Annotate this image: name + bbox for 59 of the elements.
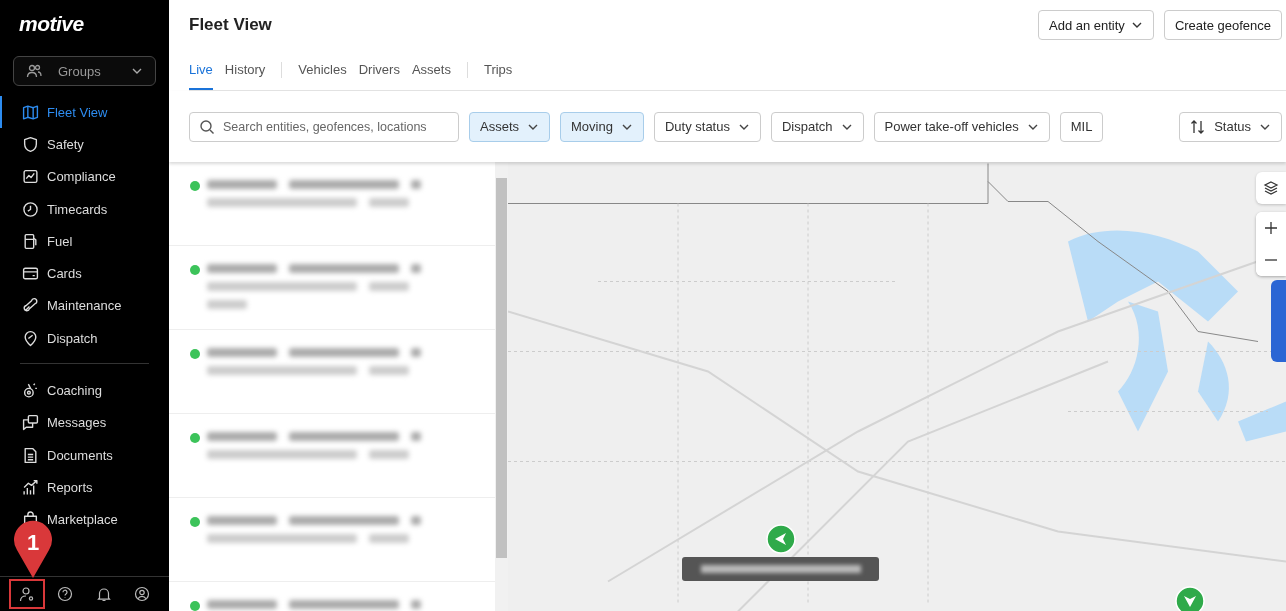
create-geofence-button[interactable]: Create geofence	[1163, 10, 1282, 40]
clock-icon	[22, 200, 39, 218]
nav-item[interactable]: Safety	[0, 128, 169, 161]
filter-dropdown[interactable]: Assets	[469, 111, 550, 142]
bar-chart-icon	[22, 478, 39, 496]
search-icon	[199, 118, 215, 135]
document-icon	[22, 446, 39, 464]
help-icon	[57, 586, 74, 602]
user-gear-icon	[19, 586, 36, 602]
tab[interactable]: Trips	[483, 50, 513, 90]
nav-item[interactable]: Maintenance	[0, 289, 169, 323]
user-settings-button[interactable]	[9, 579, 46, 609]
sort-dropdown[interactable]: Status	[1179, 111, 1282, 142]
card-icon	[22, 265, 39, 283]
tab[interactable]: Assets	[411, 50, 451, 90]
pin-icon	[22, 329, 39, 347]
account-icon	[133, 586, 150, 602]
shield-icon	[22, 135, 39, 153]
groups-dropdown[interactable]: Groups	[13, 56, 156, 86]
fuel-pump-icon	[22, 232, 39, 250]
chart-icon	[22, 168, 39, 186]
layers-icon	[1263, 180, 1279, 196]
sort-icon	[1190, 119, 1207, 134]
vehicle-marker[interactable]	[766, 524, 796, 554]
tab[interactable]: Drivers	[358, 50, 400, 90]
nav-item[interactable]: Compliance	[0, 160, 169, 193]
page-title: Fleet View	[189, 15, 273, 35]
nav-item[interactable]: Timecards	[0, 192, 169, 226]
whistle-icon	[22, 382, 39, 399]
nav-item[interactable]: Reports	[0, 471, 169, 504]
zoom-in-button[interactable]	[1256, 212, 1286, 244]
filter-dropdown[interactable]: Moving	[560, 111, 644, 142]
vehicle-marker[interactable]	[1175, 586, 1205, 611]
nav-item[interactable]: Coaching	[0, 374, 169, 407]
map-icon	[22, 103, 39, 121]
chat-icon	[22, 414, 39, 432]
nav-item[interactable]: Messages	[0, 406, 169, 439]
filter-dropdown[interactable]: Dispatch	[770, 111, 864, 142]
tab[interactable]: History	[224, 50, 266, 90]
plus-icon	[1263, 220, 1279, 236]
bell-icon	[95, 586, 112, 602]
zoom-out-button[interactable]	[1256, 244, 1286, 276]
filter-toggle[interactable]: MIL	[1059, 111, 1104, 142]
nav-item[interactable]: Dispatch	[0, 322, 169, 355]
search-field[interactable]: Search entities, geofences, locations	[189, 111, 459, 142]
map-layers-button[interactable]	[1256, 172, 1286, 204]
nav-item[interactable]: Cards	[0, 257, 169, 290]
nav-item[interactable]: Fuel	[0, 225, 169, 258]
nav-item[interactable]: Documents	[0, 438, 169, 472]
add-entity-dropdown[interactable]: Add an entity	[1038, 10, 1154, 40]
filter-dropdown[interactable]: Duty status	[653, 111, 761, 142]
tab[interactable]: Vehicles	[298, 50, 347, 90]
people-icon	[26, 63, 42, 79]
tab[interactable]: Live	[189, 50, 213, 90]
nav-item[interactable]: Fleet View	[0, 96, 169, 129]
minus-icon	[1265, 259, 1277, 261]
filter-dropdown[interactable]: Power take-off vehicles	[873, 111, 1050, 142]
logo: motive	[18, 11, 85, 37]
scrollbar[interactable]	[495, 162, 508, 611]
